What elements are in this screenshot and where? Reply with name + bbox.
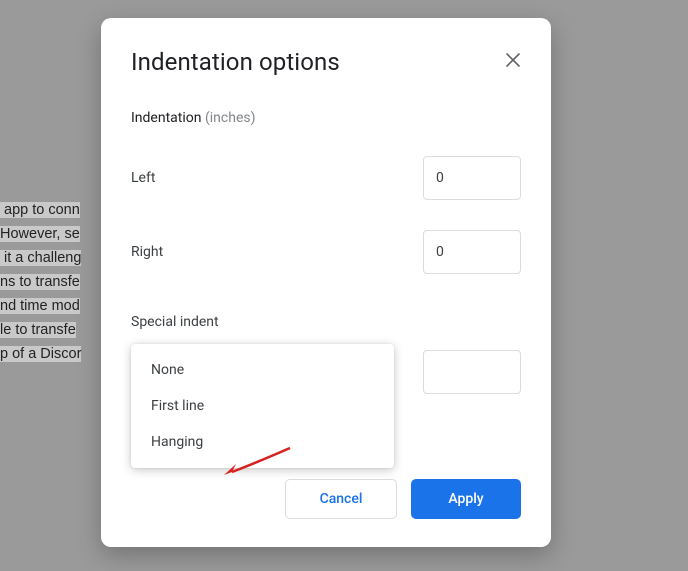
dropdown-item-first-line[interactable]: First line — [131, 388, 394, 424]
right-indent-row: Right — [131, 230, 521, 274]
apply-button[interactable]: Apply — [411, 479, 521, 519]
special-indent-label: Special indent — [131, 314, 521, 330]
dropdown-item-none[interactable]: None — [131, 352, 394, 388]
special-indent-dropdown: None First line Hanging — [131, 344, 394, 468]
right-label: Right — [131, 244, 163, 260]
left-label: Left — [131, 170, 155, 186]
dropdown-item-hanging[interactable]: Hanging — [131, 424, 394, 460]
left-indent-input[interactable] — [423, 156, 521, 200]
dialog-title: Indentation options — [131, 48, 521, 76]
close-button[interactable] — [499, 46, 527, 74]
right-indent-input[interactable] — [423, 230, 521, 274]
close-icon — [506, 53, 520, 67]
indentation-section-label: Indentation (inches) — [131, 110, 521, 126]
special-indent-row: None First line Hanging — [131, 350, 521, 394]
cancel-button[interactable]: Cancel — [285, 479, 397, 519]
indentation-dialog: Indentation options Indentation (inches)… — [101, 18, 551, 547]
dialog-actions: Cancel Apply — [285, 479, 521, 519]
special-indent-value-input[interactable] — [423, 350, 521, 394]
left-indent-row: Left — [131, 156, 521, 200]
